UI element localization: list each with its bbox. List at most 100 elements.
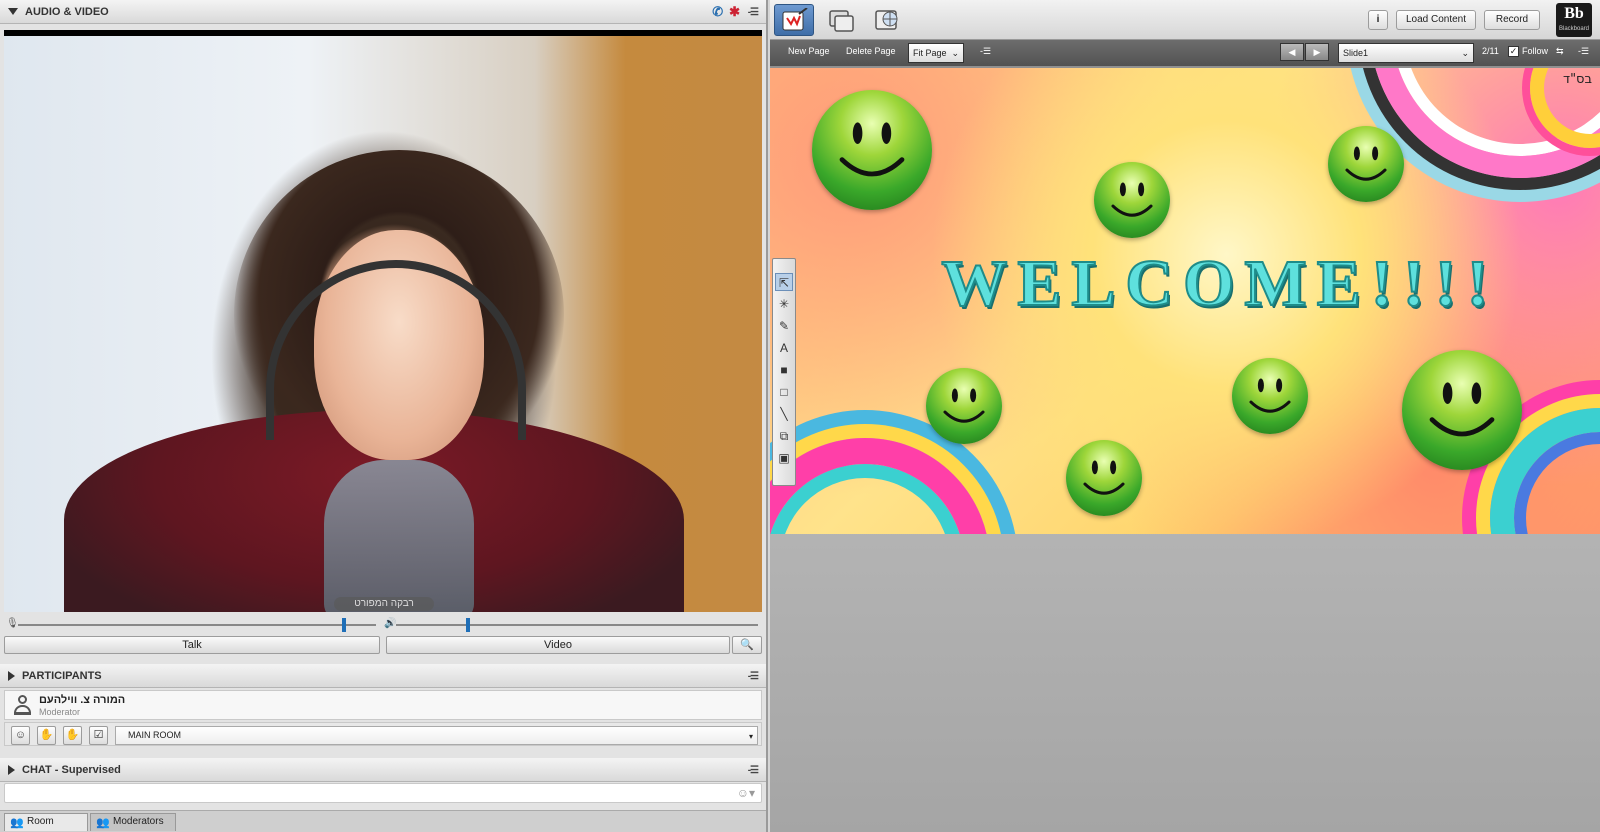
page-menu-icon[interactable]: -☰: [1578, 46, 1589, 57]
smiley-face-icon: [1066, 440, 1142, 516]
zoom-value: Fit Page: [913, 48, 947, 58]
new-page-button[interactable]: New Page: [788, 46, 830, 56]
web-tour-mode-button[interactable]: [866, 4, 906, 36]
sync-arrows-icon[interactable]: ⇆: [1556, 46, 1564, 57]
zoom-select[interactable]: Fit Page ⌄: [908, 43, 964, 63]
record-button[interactable]: Record: [1484, 10, 1540, 30]
people-icon: 👥: [96, 817, 110, 829]
speaker-volume-handle[interactable]: [466, 618, 470, 632]
tab-room-label: Room: [27, 816, 54, 827]
expand-icon[interactable]: [8, 670, 15, 681]
av-status-icons: ✆ ✱: [712, 4, 740, 20]
chevron-down-icon: ▾: [748, 732, 753, 741]
slide-corner-text: בס"ד: [1562, 72, 1592, 87]
tab-moderators-label: Moderators: [113, 816, 164, 827]
microphone-icon: 🎙: [6, 618, 19, 629]
pointer-tool-icon[interactable]: ✳: [775, 295, 793, 313]
chevron-down-icon: ⌄: [1461, 48, 1469, 58]
video-search-button[interactable]: 🔍: [732, 636, 762, 654]
video-feed: רבקה המפורט: [4, 30, 762, 612]
whiteboard-icon: [782, 8, 808, 31]
select-tool-icon[interactable]: ⇱: [775, 273, 793, 291]
talk-button[interactable]: Talk: [4, 636, 380, 654]
collapse-icon[interactable]: [8, 8, 18, 15]
camera-name-label: רבקה המפורט: [334, 597, 434, 611]
smiley-face-icon: [1094, 162, 1170, 238]
whiteboard-mode-button[interactable]: [774, 4, 814, 36]
chat-title: CHAT - Supervised: [22, 763, 121, 776]
settings-icon[interactable]: ✱: [729, 4, 740, 20]
follow-label: Follow: [1522, 46, 1549, 56]
next-slide-button[interactable]: ▶: [1305, 43, 1329, 61]
poll-check-button[interactable]: ☑: [89, 726, 108, 745]
room-selector[interactable]: MAIN ROOM ▾: [115, 726, 758, 745]
info-button[interactable]: i: [1368, 10, 1388, 30]
raise-hand-button[interactable]: ✋: [63, 726, 82, 745]
blackboard-logo: Bb Blackboard: [1556, 3, 1592, 37]
smiley-face-icon: [812, 90, 932, 210]
line-tool-icon[interactable]: ╲: [775, 405, 793, 423]
chat-tabs: 👥 Room 👥 Moderators: [0, 810, 766, 832]
left-panel: AUDIO & VIDEO ✆ ✱ -☰ רבקה המפורט 🎙 🔊 Tal…: [0, 0, 768, 832]
welcome-heading: WELCOME!!!!: [940, 246, 1499, 321]
participants-title: PARTICIPANTS: [22, 669, 102, 682]
page-count: 2/11: [1482, 46, 1499, 56]
clipart-tool-icon[interactable]: ⧉: [775, 427, 793, 445]
participant-role: Moderator: [39, 707, 81, 717]
participant-row[interactable]: המורה צ. ווילהעם Moderator: [4, 690, 762, 720]
expand-icon[interactable]: [8, 764, 15, 775]
tab-room[interactable]: 👥 Room: [4, 813, 88, 831]
screenshot-tool-icon[interactable]: ▣: [775, 449, 793, 467]
video-person-scarf: [324, 460, 474, 612]
filled-rectangle-tool-icon[interactable]: ■: [775, 361, 793, 379]
windows-icon: [829, 10, 854, 32]
previous-slide-button[interactable]: ◀: [1280, 43, 1304, 61]
page-menu-icon[interactable]: -☰: [980, 46, 991, 57]
emoticon-icon[interactable]: ☺▾: [737, 786, 755, 800]
emoticon-status-button[interactable]: ☺: [11, 726, 30, 745]
panel-menu-icon[interactable]: -☰: [748, 671, 759, 682]
participant-name: המורה צ. ווילהעם: [39, 694, 126, 706]
follow-checkbox[interactable]: ✓: [1508, 46, 1519, 57]
audio-video-header[interactable]: AUDIO & VIDEO ✆ ✱ -☰: [0, 0, 766, 24]
panel-menu-icon[interactable]: -☰: [748, 765, 759, 776]
step-away-button[interactable]: ✋: [37, 726, 56, 745]
main-toolbar: i Load Content Record Bb Blackboard: [770, 0, 1600, 40]
speaker-volume-slider[interactable]: [396, 624, 758, 626]
phone-icon[interactable]: ✆: [712, 4, 723, 20]
audio-video-title: AUDIO & VIDEO: [25, 5, 109, 18]
smiley-face-icon: [1328, 126, 1404, 202]
smiley-face-icon: [926, 368, 1002, 444]
globe-icon: [875, 10, 898, 30]
panel-menu-icon[interactable]: -☰: [748, 7, 759, 18]
app-share-mode-button[interactable]: [820, 4, 860, 36]
smiley-face-icon: [1232, 358, 1308, 434]
logo-subtext: Blackboard: [1558, 26, 1590, 32]
video-button[interactable]: Video: [386, 636, 730, 654]
people-icon: 👥: [10, 817, 24, 829]
rectangle-tool-icon[interactable]: □: [775, 383, 793, 401]
delete-page-button[interactable]: Delete Page: [846, 46, 896, 56]
mic-volume-slider[interactable]: [18, 624, 376, 626]
load-content-button[interactable]: Load Content: [1396, 10, 1476, 30]
content-area: i Load Content Record Bb Blackboard New …: [770, 0, 1600, 832]
room-name: MAIN ROOM: [128, 730, 181, 740]
chat-input[interactable]: ☺▾: [4, 783, 762, 803]
participants-header[interactable]: PARTICIPANTS -☰: [0, 664, 766, 688]
logo-text: Bb: [1564, 5, 1584, 22]
tab-moderators[interactable]: 👥 Moderators: [90, 813, 176, 831]
slide-select[interactable]: Slide1 ⌄: [1338, 43, 1474, 63]
chevron-down-icon: ⌄: [951, 48, 959, 58]
pen-tool-icon[interactable]: ✎: [775, 317, 793, 335]
status-toolbar: ☺ ✋ ✋ ☑ MAIN ROOM ▾: [4, 722, 762, 746]
audio-sliders: 🎙 🔊: [4, 618, 762, 632]
user-icon: [13, 695, 31, 717]
chat-header[interactable]: CHAT - Supervised -☰: [0, 758, 766, 782]
speaker-icon: 🔊: [384, 618, 397, 629]
smiley-face-icon: [1402, 350, 1522, 470]
rainbow-ring-decoration: [770, 438, 990, 534]
mic-volume-handle[interactable]: [342, 618, 346, 632]
text-tool-icon[interactable]: A: [775, 339, 793, 357]
magnify-icon: 🔍: [740, 639, 754, 651]
whiteboard-slide[interactable]: WELCOME!!!! בס"ד: [770, 68, 1600, 534]
